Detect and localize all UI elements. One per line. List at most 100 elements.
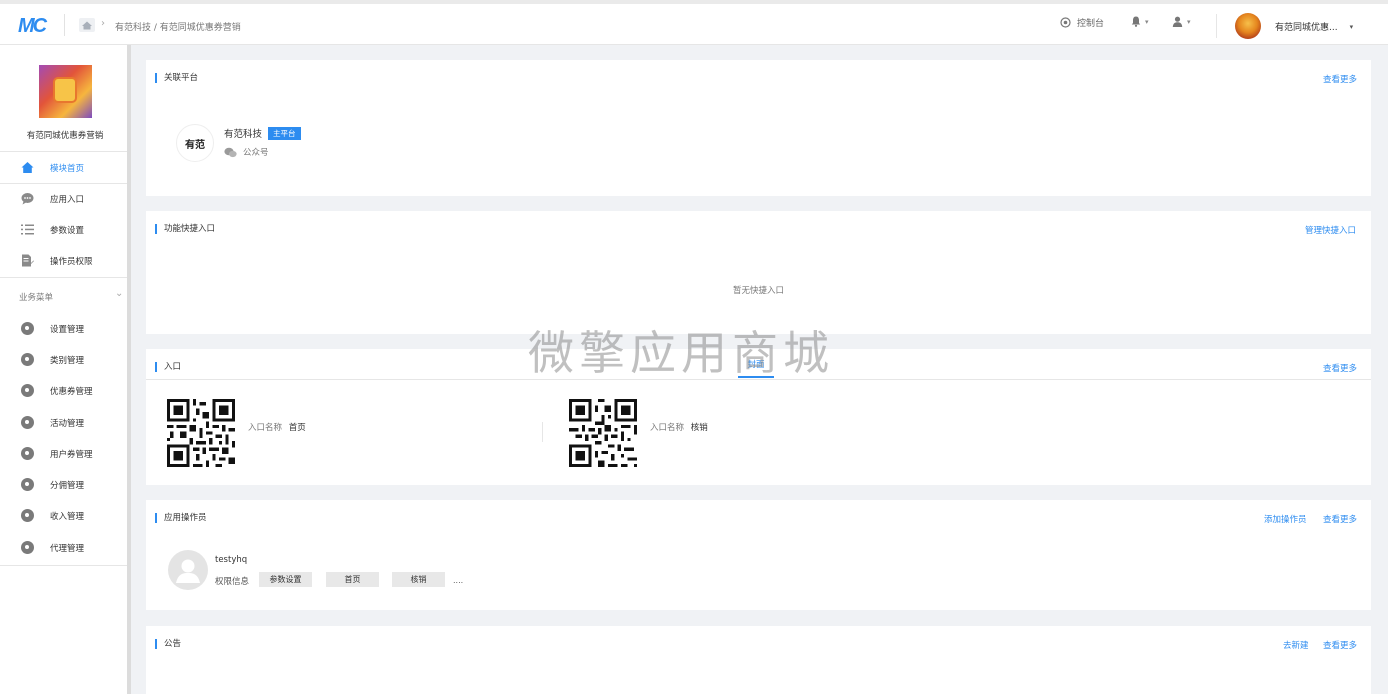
user-menu-button[interactable]: ▾ (1172, 16, 1191, 27)
panel-title: 功能快捷入口 (155, 224, 215, 234)
avatar[interactable] (1235, 13, 1261, 39)
entry-name-value: 首页 (288, 423, 306, 433)
sidebar-item-label: 类别管理 (50, 355, 85, 366)
chevron-down-icon: ▾ (1145, 17, 1149, 26)
chevron-down-icon[interactable]: ⌄ (115, 288, 123, 299)
view-more-link[interactable]: 查看更多 (1323, 73, 1357, 85)
divider (0, 277, 127, 278)
business-menu-label[interactable]: 业务菜单 (19, 291, 53, 303)
divider (0, 565, 127, 566)
home-icon (21, 162, 34, 173)
add-operator-link[interactable]: 添加操作员 (1264, 513, 1307, 525)
sidebar-item-label: 用户券管理 (50, 449, 93, 460)
platform-panel: 关联平台 查看更多 有范 有范科技 主平台 公众号 (146, 60, 1371, 196)
sidebar-item-module-home[interactable]: 模块首页 (0, 152, 127, 183)
sidebar-item-label: 应用入口 (50, 194, 85, 205)
view-more-link[interactable]: 查看更多 (1323, 639, 1357, 651)
sidebar-item-settings-mgmt[interactable]: 设置管理 (0, 313, 127, 344)
sidebar-item-label: 设置管理 (50, 324, 85, 335)
entry-name-label: 入口名称 (248, 423, 283, 433)
operator-username: testyhq (215, 555, 248, 565)
gear-icon (21, 384, 34, 397)
panel-title: 公告 (155, 639, 181, 649)
sidebar-item-label: 优惠券管理 (50, 386, 93, 397)
platform-logo[interactable]: 有范 (176, 124, 214, 162)
console-link[interactable]: 控制台 (1060, 16, 1104, 29)
qr-code-verify[interactable] (569, 399, 637, 467)
platform-logo-text: 有范 (185, 139, 205, 151)
qr-code-home[interactable] (167, 399, 235, 467)
app-title: 有范同城优惠券营销 (26, 131, 104, 141)
sidebar-item-label: 操作员权限 (50, 256, 93, 267)
top-bar: MC › 有范科技 / 有范同城优惠券营销 控制台 ▾ ▾ 有范同城优惠... … (0, 0, 1388, 45)
shortcuts-panel: 功能快捷入口 管理快捷入口 暂无快捷入口 (146, 211, 1371, 334)
account-name: 有范同城优惠... (1275, 23, 1338, 33)
gear-icon (21, 322, 34, 335)
sidebar-item-label: 参数设置 (50, 225, 85, 236)
sidebar-item-coupon-mgmt[interactable]: 优惠券管理 (0, 375, 127, 406)
operators-panel: 应用操作员 添加操作员 查看更多 testyhq 权限信息 参数设置 首页 核销… (146, 500, 1371, 610)
empty-shortcuts-text: 暂无快捷入口 (732, 286, 784, 296)
sidebar-item-commission-mgmt[interactable]: 分佣管理 (0, 469, 127, 500)
notifications-button[interactable]: ▾ (1131, 16, 1149, 27)
panel-title: 入口 (155, 362, 181, 372)
gear-icon (21, 478, 34, 491)
breadcrumb[interactable]: 有范科技 / 有范同城优惠券营销 (115, 20, 241, 33)
sidebar-item-user-coupon-mgmt[interactable]: 用户券管理 (0, 438, 127, 469)
account-menu[interactable]: 有范同城优惠... ▾ (1275, 20, 1354, 34)
sidebar: 有范同城优惠券营销 模块首页 应用入口 参数设置 操作员权限 业务菜单 ⌄ 设置… (0, 45, 131, 694)
create-notice-link[interactable]: 去新建 (1283, 639, 1309, 651)
avatar (168, 550, 208, 590)
panel-title: 关联平台 (155, 73, 198, 83)
divider (64, 14, 65, 36)
gear-icon (21, 509, 34, 522)
target-icon (1060, 17, 1071, 28)
edit-doc-icon (22, 254, 34, 267)
gear-icon (21, 416, 34, 429)
sidebar-item-category-mgmt[interactable]: 类别管理 (0, 344, 127, 375)
manage-shortcuts-link[interactable]: 管理快捷入口 (1305, 224, 1356, 236)
main-platform-badge: 主平台 (268, 126, 301, 140)
permission-tag: 首页 (326, 572, 379, 587)
gear-icon (21, 541, 34, 554)
sidebar-item-agent-mgmt[interactable]: 代理管理 (0, 532, 127, 563)
watermark: 微擎应用商城 (528, 326, 834, 380)
chevron-down-icon: ▾ (1187, 17, 1191, 26)
notice-panel: 公告 去新建 查看更多 (146, 626, 1371, 694)
chevron-right-icon: › (101, 18, 105, 29)
entry-name-label: 入口名称 (650, 423, 685, 433)
console-label: 控制台 (1077, 19, 1105, 29)
sidebar-item-label: 分佣管理 (50, 480, 85, 491)
app-logo[interactable]: MC (18, 15, 47, 38)
sidebar-item-income-mgmt[interactable]: 收入管理 (0, 500, 127, 531)
divider (542, 422, 543, 442)
gear-icon (21, 447, 34, 460)
bell-icon (1131, 16, 1141, 27)
platform-type: 公众号 (243, 148, 269, 158)
more-permissions: .... (453, 576, 464, 585)
permission-tag: 参数设置 (259, 572, 312, 587)
panel-title: 应用操作员 (155, 513, 207, 523)
chat-icon (21, 193, 34, 205)
sidebar-item-params[interactable]: 参数设置 (0, 214, 127, 245)
user-icon (1172, 16, 1183, 27)
platform-name[interactable]: 有范科技 (224, 126, 262, 140)
entry-name-value: 核销 (690, 423, 708, 433)
sidebar-item-label: 收入管理 (50, 511, 85, 522)
sidebar-item-app-entry[interactable]: 应用入口 (0, 183, 127, 214)
app-icon (39, 65, 92, 118)
view-more-link[interactable]: 查看更多 (1323, 362, 1357, 374)
sidebar-item-activity-mgmt[interactable]: 活动管理 (0, 407, 127, 438)
chevron-down-icon: ▾ (1349, 22, 1354, 31)
permission-tag: 核销 (392, 572, 445, 587)
gear-icon (21, 353, 34, 366)
sidebar-item-label: 模块首页 (50, 163, 85, 174)
home-icon[interactable] (79, 18, 95, 32)
view-more-link[interactable]: 查看更多 (1323, 513, 1357, 525)
sidebar-item-label: 活动管理 (50, 418, 85, 429)
sidebar-item-operator-perms[interactable]: 操作员权限 (0, 245, 127, 276)
divider (1216, 14, 1217, 38)
list-icon (21, 224, 34, 235)
wechat-icon (224, 147, 237, 157)
sidebar-item-label: 代理管理 (50, 543, 85, 554)
